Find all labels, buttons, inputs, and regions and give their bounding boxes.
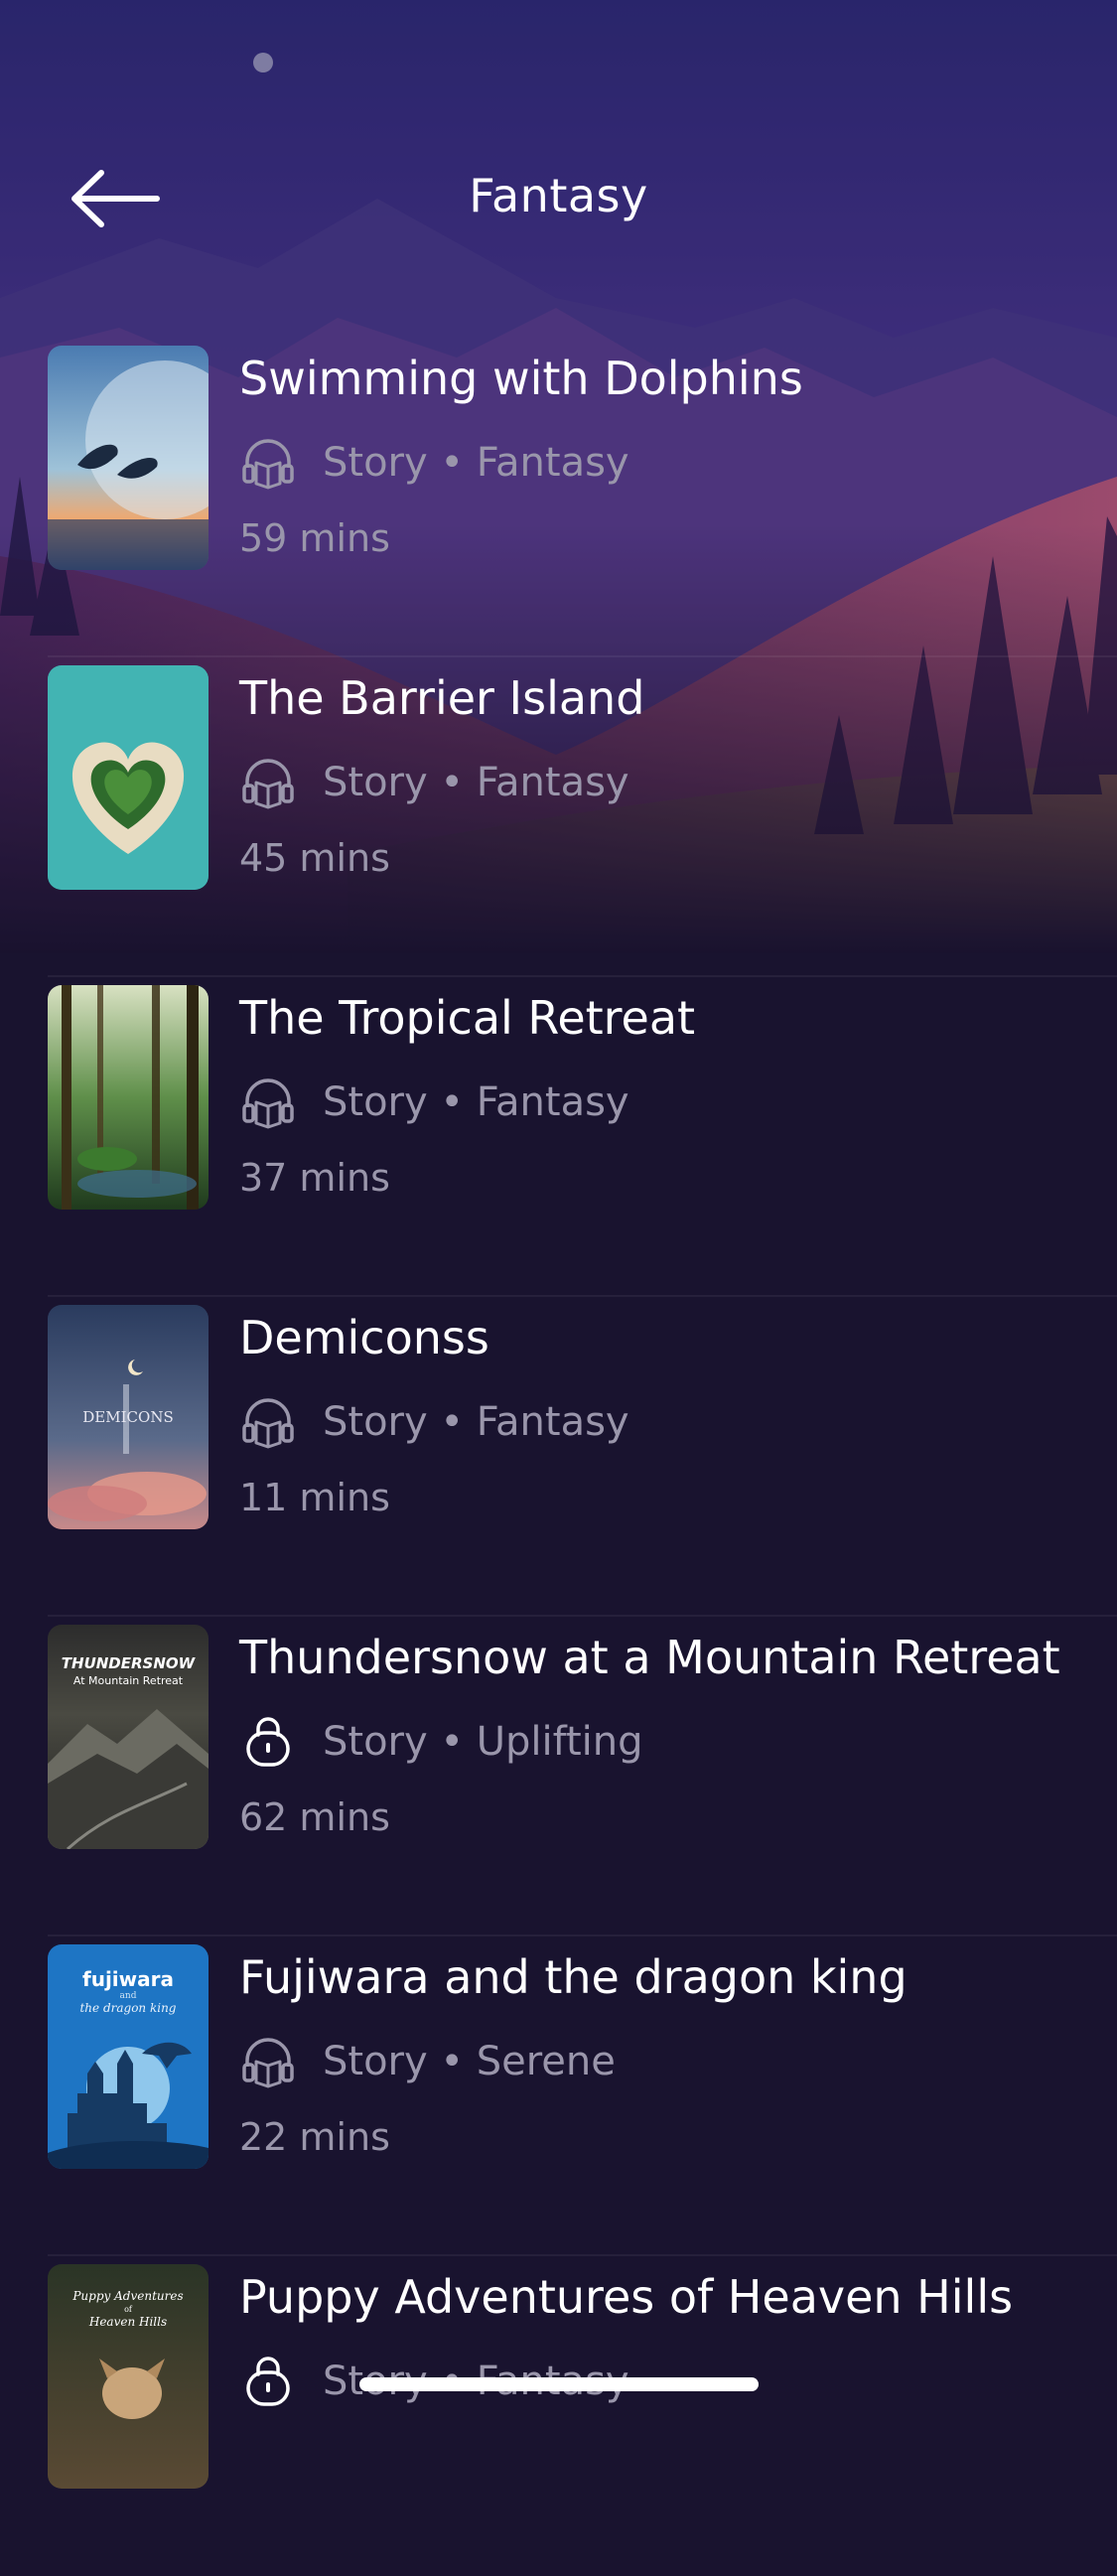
list-item[interactable]: Swimming with Dolphins Story • Fantasy 5…	[0, 338, 1117, 657]
lock-icon	[246, 1717, 290, 1767]
list-item[interactable]: THUNDERSNOW At Mountain Retreat Thunders…	[0, 1617, 1117, 1936]
item-title: The Barrier Island	[239, 671, 645, 725]
item-category: Story • Fantasy	[323, 1079, 629, 1125]
cover-text: DEMICONS	[82, 1408, 173, 1426]
item-meta: Story • Uplifting	[239, 1714, 643, 1770]
headphones-book-icon	[242, 2038, 294, 2088]
cover-image	[48, 665, 209, 890]
item-title: Swimming with Dolphins	[239, 352, 803, 405]
item-meta: Story • Fantasy	[239, 1394, 629, 1450]
item-meta: Story • Fantasy	[239, 435, 629, 491]
cover-subtext-2: the dragon king	[79, 2001, 176, 2015]
cover-image: DEMICONS	[48, 1305, 209, 1529]
item-title: Demiconss	[239, 1311, 489, 1364]
cover-image	[48, 346, 209, 570]
cover-text: fujiwara	[82, 1967, 174, 1991]
item-category: Story • Uplifting	[323, 1719, 643, 1765]
cover-subtext: and	[120, 1991, 137, 2001]
item-category: Story • Fantasy	[323, 440, 629, 486]
cover-image: THUNDERSNOW At Mountain Retreat	[48, 1625, 209, 1849]
item-duration: 62 mins	[239, 1795, 390, 1839]
item-category: Story • Serene	[323, 2039, 616, 2084]
item-title: Puppy Adventures of Heaven Hills	[239, 2270, 1014, 2324]
headphones-book-icon	[242, 1398, 294, 1449]
list-item[interactable]: Puppy Adventures of Heaven Hills Puppy A…	[0, 2256, 1117, 2576]
cover-text: Puppy Adventures	[71, 2289, 183, 2303]
cover-subtext: At Mountain Retreat	[73, 1674, 184, 1687]
item-meta: Story • Serene	[239, 2034, 616, 2089]
page-title: Fantasy	[469, 169, 648, 222]
item-title: The Tropical Retreat	[239, 991, 696, 1045]
item-title: Fujiwara and the dragon king	[239, 1950, 908, 2004]
home-indicator[interactable]	[359, 2377, 759, 2391]
item-duration: 11 mins	[239, 1476, 390, 1519]
item-duration: 45 mins	[239, 836, 390, 880]
cover-subtext-2: Heaven Hills	[88, 2315, 167, 2329]
cover-image: fujiwara and the dragon king	[48, 1944, 209, 2169]
item-title: Thundersnow at a Mountain Retreat	[239, 1631, 1060, 1684]
headphones-book-icon	[242, 1078, 294, 1129]
item-duration: 22 mins	[239, 2115, 390, 2159]
cover-image	[48, 985, 209, 1210]
cover-subtext: of	[124, 2305, 133, 2314]
cover-text: THUNDERSNOW	[62, 1654, 197, 1672]
list-item[interactable]: The Tropical Retreat Story • Fantasy 37 …	[0, 977, 1117, 1297]
item-meta: Story • Fantasy	[239, 1074, 629, 1130]
item-category: Story • Fantasy	[323, 1399, 629, 1445]
headphones-book-icon	[242, 759, 294, 809]
camera-dot	[253, 53, 273, 72]
lock-icon	[246, 2357, 290, 2406]
item-duration: 59 mins	[239, 516, 390, 560]
list-item[interactable]: fujiwara and the dragon king Fujiwara an…	[0, 1936, 1117, 2256]
header: Fantasy	[0, 149, 1117, 248]
item-meta: Story • Fantasy	[239, 755, 629, 810]
headphones-book-icon	[242, 439, 294, 490]
story-list: Swimming with Dolphins Story • Fantasy 5…	[0, 338, 1117, 2576]
cover-image: Puppy Adventures of Heaven Hills	[48, 2264, 209, 2489]
item-category: Story • Fantasy	[323, 760, 629, 805]
list-item[interactable]: DEMICONS Demiconss Story • Fantasy 11 mi…	[0, 1297, 1117, 1617]
list-item[interactable]: The Barrier Island Story • Fantasy 45 mi…	[0, 657, 1117, 977]
item-duration: 37 mins	[239, 1156, 390, 1200]
